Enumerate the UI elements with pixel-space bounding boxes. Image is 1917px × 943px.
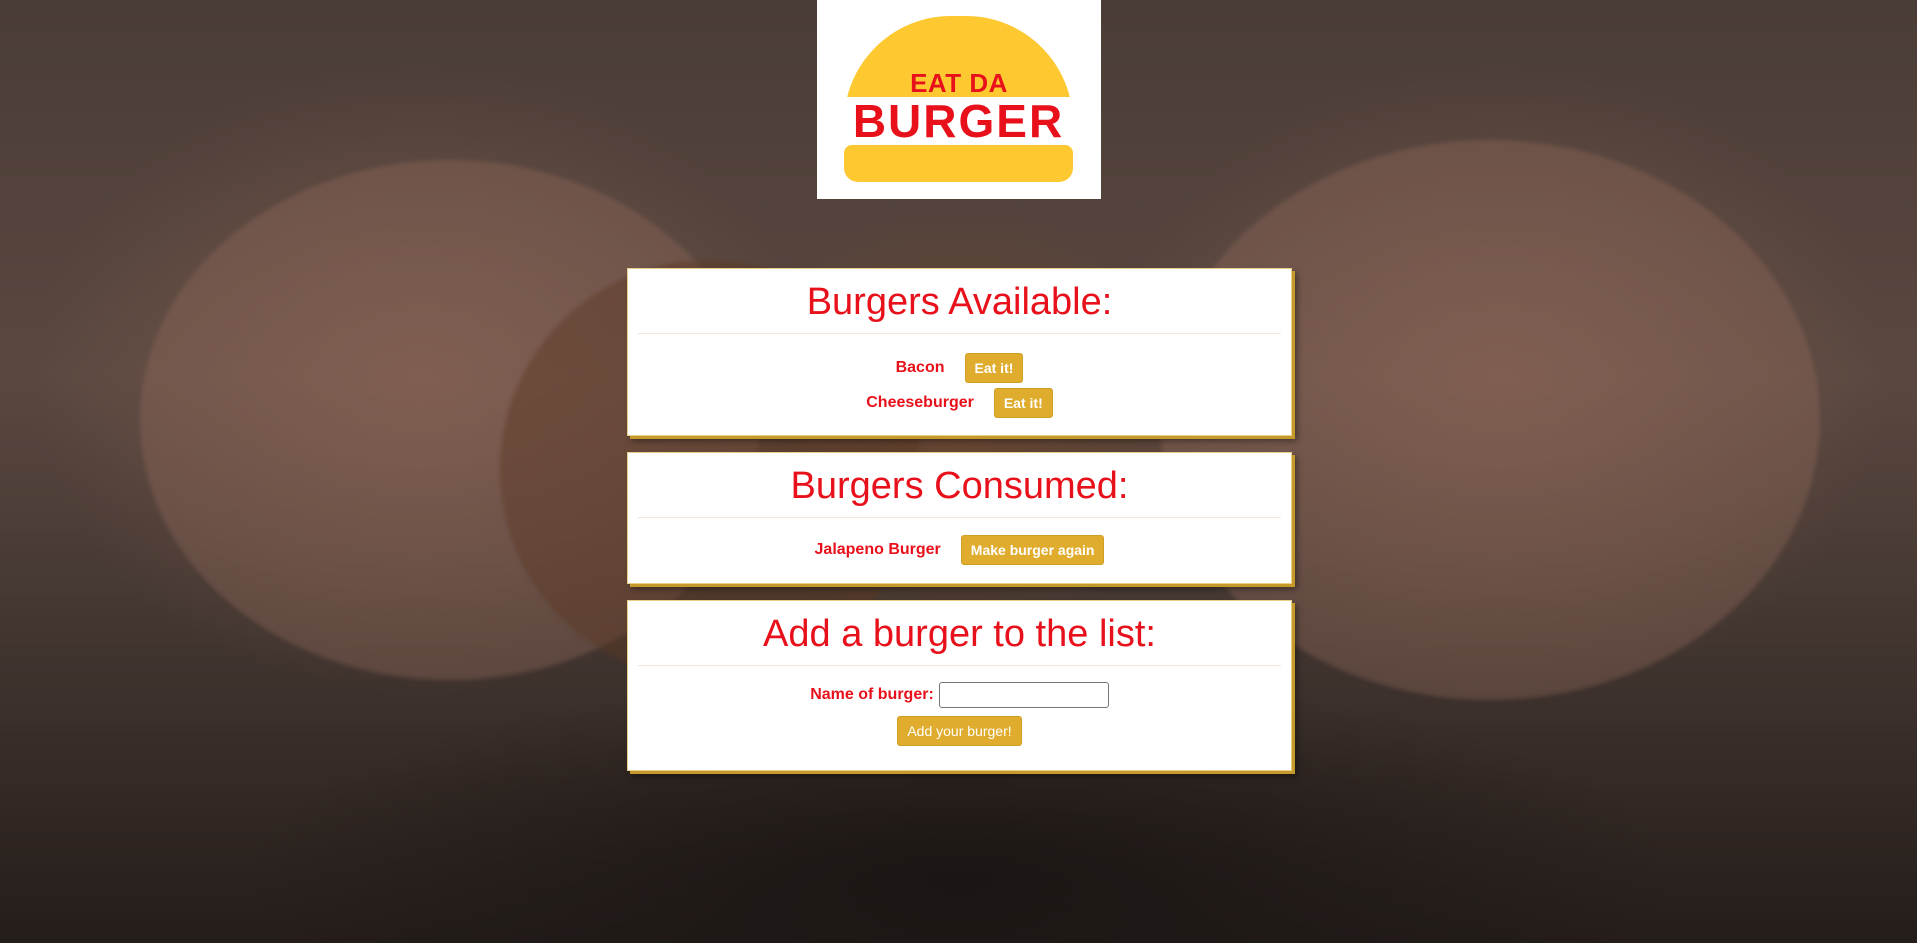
burger-name-input[interactable] [938,682,1109,708]
add-burger-form: Name of burger: Add your burger! [628,682,1291,746]
add-burger-button[interactable]: Add your burger! [897,716,1022,746]
eat-it-button[interactable]: Eat it! [993,387,1053,418]
burger-name-label: Name of burger: [810,686,934,703]
add-burger-divider [638,665,1281,666]
make-again-button[interactable]: Make burger again [960,534,1105,565]
logo-text-main: BURGER [844,97,1073,145]
list-item: Bacon Eat it! [628,350,1291,385]
burger-name: Bacon [895,358,945,376]
add-burger-title: Add a burger to the list: [763,613,1156,655]
available-title: Burgers Available: [806,281,1113,323]
logo-bun-bottom [844,145,1073,182]
list-item: Jalapeno Burger Make burger again [628,532,1291,567]
consumed-card: Burgers Consumed: Jalapeno Burger Make b… [627,452,1292,584]
site-logo: EAT DA BURGER [817,0,1101,199]
eat-it-button[interactable]: Eat it! [964,352,1024,383]
add-burger-card: Add a burger to the list: Name of burger… [627,600,1292,771]
available-card: Burgers Available: Bacon Eat it! Cheeseb… [627,268,1292,436]
list-item: Cheeseburger Eat it! [628,385,1291,420]
burger-name: Cheeseburger [866,393,974,411]
consumed-title: Burgers Consumed: [790,465,1129,507]
burger-name: Jalapeno Burger [814,540,941,558]
